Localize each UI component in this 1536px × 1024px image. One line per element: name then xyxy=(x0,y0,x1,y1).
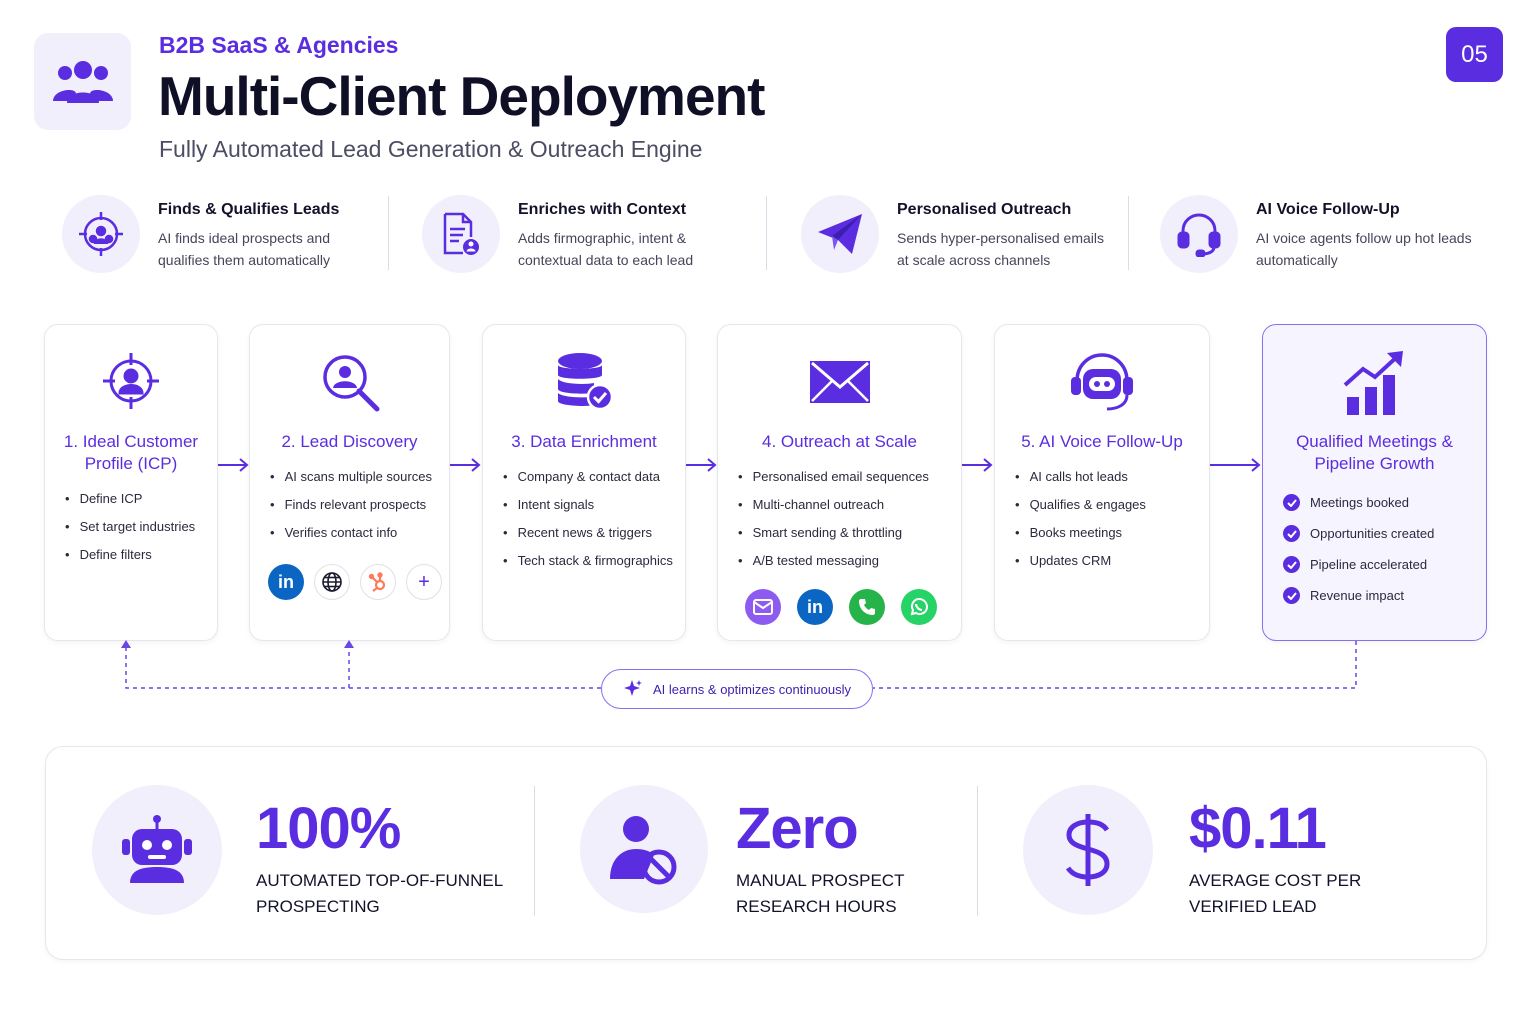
stat-divider xyxy=(534,786,535,916)
stat-divider xyxy=(977,786,978,916)
stat-value: Zero xyxy=(736,796,859,861)
stat-value: $0.11 xyxy=(1189,796,1327,861)
stat-label: AUTOMATED TOP-OF-FUNNEL PROSPECTING xyxy=(256,871,503,916)
dollar-icon xyxy=(1065,814,1110,886)
stat-label: AVERAGE COST PER VERIFIED LEAD xyxy=(1189,871,1362,916)
user-block-icon xyxy=(610,816,677,885)
feedback-pill: AI learns & optimizes continuously xyxy=(601,669,873,709)
stat-automation: 100% AUTOMATED TOP-OF-FUNNEL PROSPECTING xyxy=(92,747,532,961)
stat-label: MANUAL PROSPECT RESEARCH HOURS xyxy=(736,871,905,916)
sparkle-icon xyxy=(624,680,642,696)
feedback-label: AI learns & optimizes continuously xyxy=(653,681,851,697)
robot-icon xyxy=(122,815,192,883)
stat-value: 100% xyxy=(256,796,401,861)
stat-manual-hours: Zero MANUAL PROSPECT RESEARCH HOURS xyxy=(580,747,980,961)
stat-cost-per-lead: $0.11 AVERAGE COST PER VERIFIED LEAD xyxy=(1023,747,1443,961)
stats-panel: 100% AUTOMATED TOP-OF-FUNNEL PROSPECTING… xyxy=(45,746,1487,960)
